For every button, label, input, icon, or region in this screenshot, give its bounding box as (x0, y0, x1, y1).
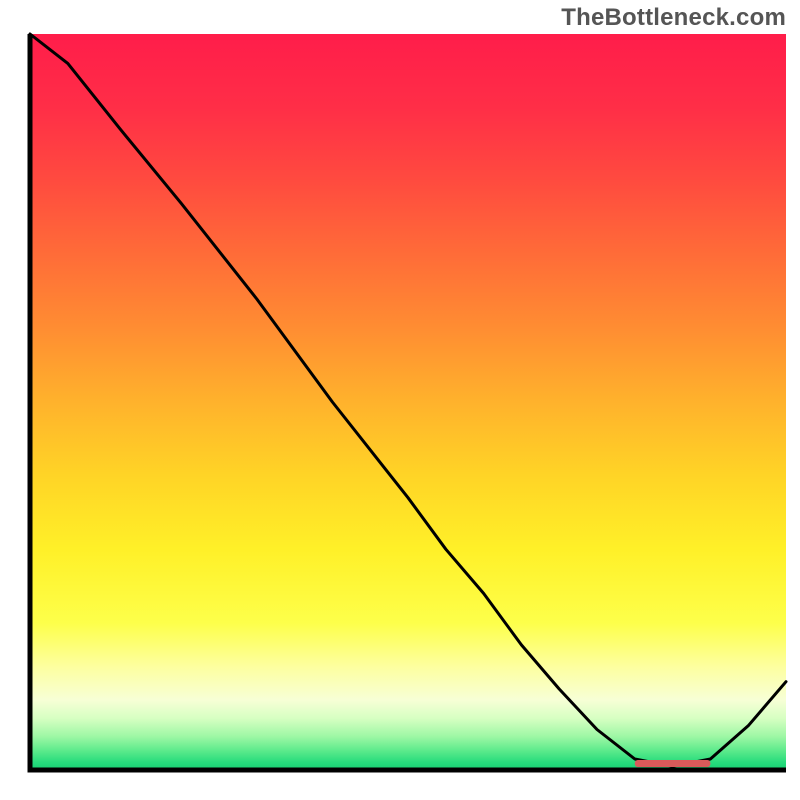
chart-container: TheBottleneck.com (0, 0, 800, 800)
plot-background (30, 34, 786, 770)
minimum-highlight (635, 760, 711, 767)
watermark-text: TheBottleneck.com (561, 4, 786, 32)
chart-svg (0, 0, 800, 800)
